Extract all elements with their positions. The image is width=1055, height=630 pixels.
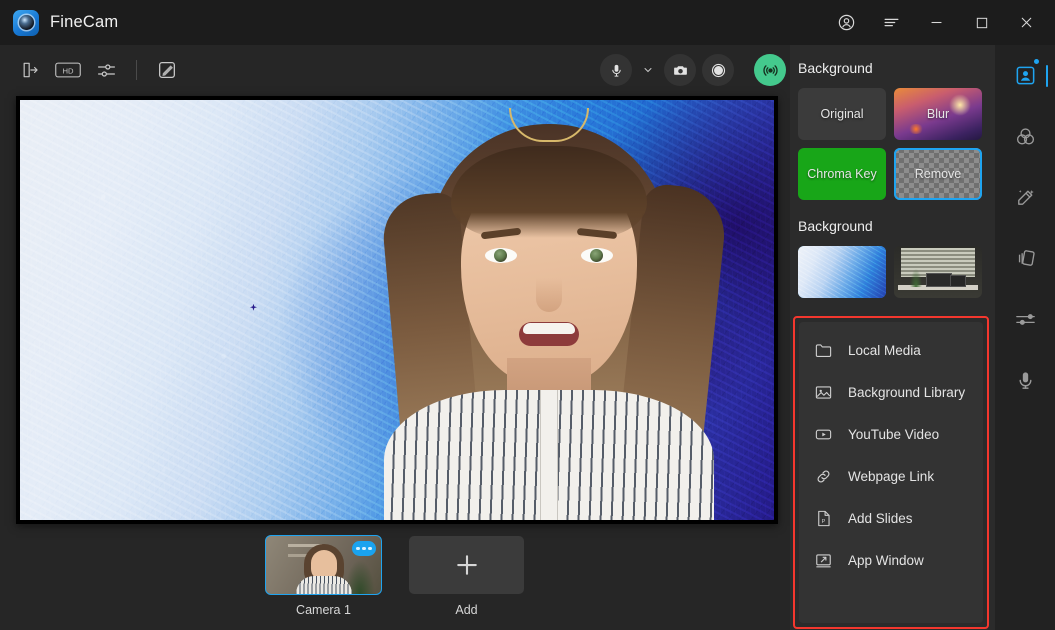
menu-icon[interactable] <box>869 0 914 45</box>
mode-remove[interactable]: Remove <box>894 148 982 200</box>
dropdown-item-label: Add Slides <box>848 510 913 526</box>
maximize-icon[interactable] <box>959 0 1004 45</box>
scene-options-icon[interactable] <box>352 541 376 556</box>
record-button[interactable] <box>702 54 734 86</box>
background-thumb-blue-paint[interactable] <box>798 246 886 298</box>
svg-text:P: P <box>821 518 825 524</box>
image-icon <box>812 381 834 403</box>
rail-item-beautify[interactable] <box>995 167 1055 228</box>
dropdown-item-label: Webpage Link <box>848 468 935 484</box>
dropdown-item-background-library[interactable]: Background Library <box>799 371 983 413</box>
youtube-play-icon <box>812 423 834 445</box>
dropdown-item-youtube-video[interactable]: YouTube Video <box>799 413 983 455</box>
dropdown-item-label: App Window <box>848 552 924 568</box>
backgrounds-section-title: Background <box>798 218 873 234</box>
window-controls <box>824 0 1055 45</box>
add-background-dropdown: Local Media Background Library YouTube V… <box>799 322 983 623</box>
dropdown-item-add-slides[interactable]: P Add Slides <box>799 497 983 539</box>
camera-preview[interactable] <box>16 96 778 524</box>
minimize-icon[interactable] <box>914 0 959 45</box>
rail-item-color-filters[interactable] <box>995 106 1055 167</box>
add-scene-button[interactable] <box>409 536 524 594</box>
mode-label: Original <box>820 107 864 121</box>
toolbar-divider <box>136 60 137 80</box>
folder-icon <box>812 339 834 361</box>
microphone-dropdown-icon[interactable] <box>638 55 658 85</box>
mode-chroma-key[interactable]: Chroma Key <box>798 148 886 200</box>
rail-item-background[interactable] <box>995 45 1055 106</box>
annotate-icon[interactable] <box>151 55 183 85</box>
dropdown-item-local-media[interactable]: Local Media <box>799 329 983 371</box>
finecam-logo-icon <box>13 9 39 36</box>
plus-icon <box>456 555 477 575</box>
background-thumb-office-blinds[interactable] <box>894 246 982 298</box>
notification-dot <box>1034 59 1039 64</box>
presentation-file-icon: P <box>812 507 834 529</box>
broadcast-button[interactable] <box>754 54 786 86</box>
exit-icon[interactable] <box>14 55 46 85</box>
right-rail <box>995 45 1055 630</box>
scene-camera-1[interactable]: Camera 1 <box>265 535 382 617</box>
scene-strip: Camera 1 Add <box>0 534 790 630</box>
app-title: FineCam <box>50 13 119 31</box>
link-icon <box>812 465 834 487</box>
scene-add[interactable]: Add <box>409 536 524 617</box>
finecam-window: FineCam HD Camera 1 Add Background Origi… <box>0 0 1055 630</box>
rail-item-layers[interactable] <box>995 228 1055 289</box>
dropdown-item-label: YouTube Video <box>848 426 940 442</box>
svg-text:HD: HD <box>62 66 74 75</box>
hd-icon[interactable]: HD <box>52 55 84 85</box>
dropdown-item-app-window[interactable]: App Window <box>799 539 983 581</box>
snapshot-button[interactable] <box>664 54 696 86</box>
preview-person <box>379 102 729 520</box>
mode-blur[interactable]: Blur <box>894 88 982 140</box>
background-mode-grid: Original Blur Chroma Key Remove <box>798 88 995 200</box>
microphone-button[interactable] <box>600 54 632 86</box>
dropdown-item-label: Background Library <box>848 384 966 400</box>
scene-thumbnail[interactable] <box>265 535 382 595</box>
rail-item-audio[interactable] <box>995 350 1055 411</box>
app-window-icon <box>812 549 834 571</box>
background-thumbnail-grid <box>798 246 995 298</box>
account-icon[interactable] <box>824 0 869 45</box>
mode-label: Blur <box>926 107 950 121</box>
dropdown-item-webpage-link[interactable]: Webpage Link <box>799 455 983 497</box>
mode-label: Remove <box>914 167 962 181</box>
rail-item-adjustments[interactable] <box>995 289 1055 350</box>
close-icon[interactable] <box>1004 0 1049 45</box>
settings-sliders-icon[interactable] <box>90 55 122 85</box>
background-panel: Background Original Blur Chroma Key Remo… <box>790 45 995 630</box>
background-section-title: Background <box>798 60 873 76</box>
title-bar: FineCam <box>0 0 1055 45</box>
dropdown-item-label: Local Media <box>848 342 921 358</box>
mode-label: Chroma Key <box>807 167 877 181</box>
scene-label: Add <box>455 603 478 617</box>
mode-original[interactable]: Original <box>798 88 886 140</box>
scene-label: Camera 1 <box>296 603 351 617</box>
